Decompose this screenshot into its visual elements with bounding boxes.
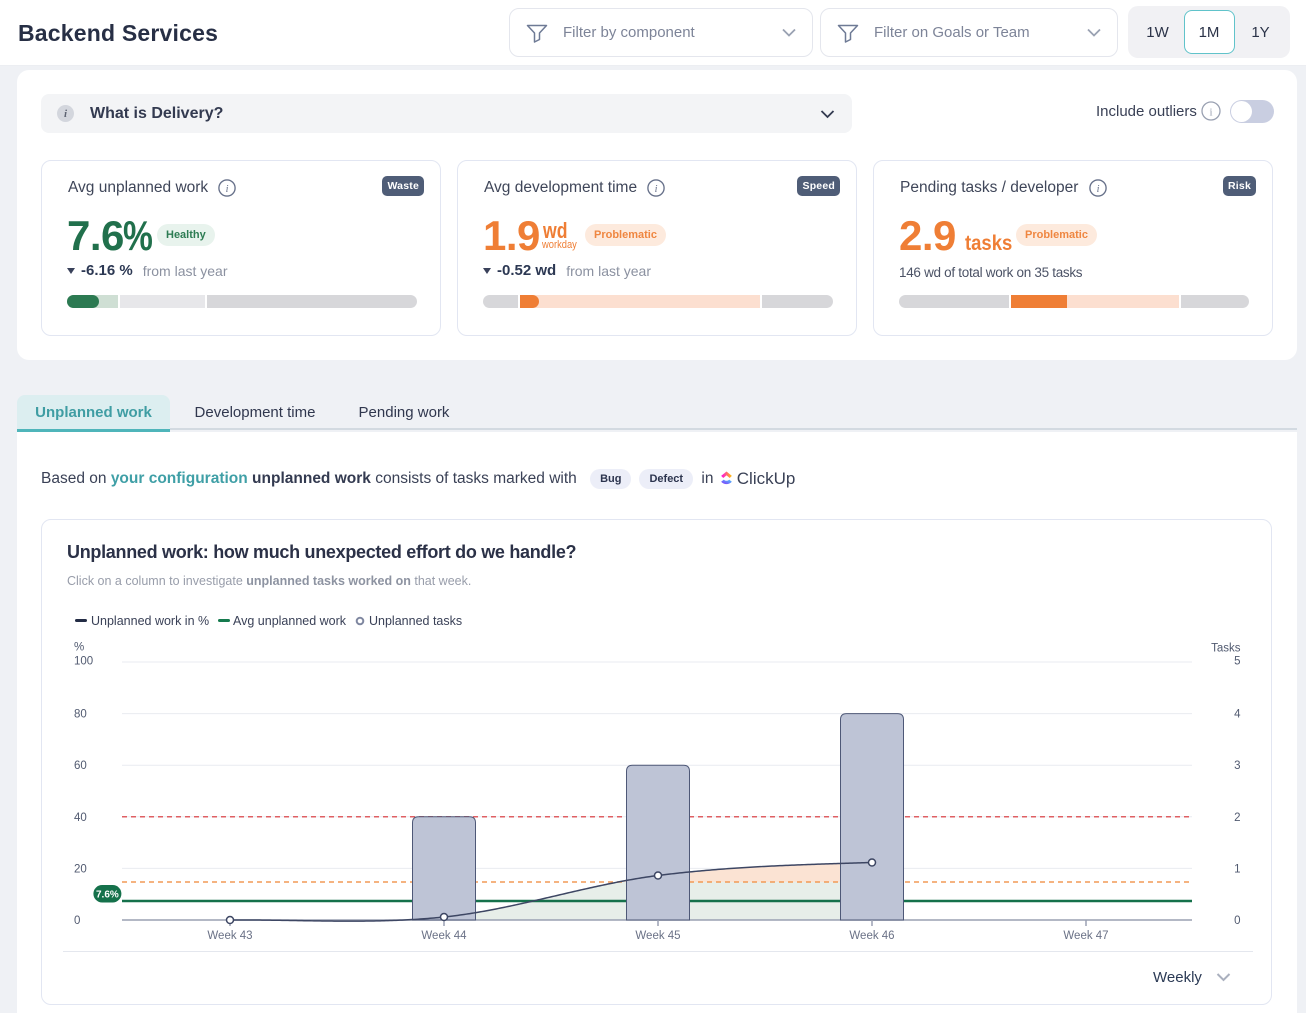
- svg-text:100: 100: [74, 656, 93, 668]
- svg-text:2: 2: [1234, 812, 1240, 824]
- svg-text:80: 80: [74, 709, 87, 721]
- svg-text:i: i: [226, 184, 229, 195]
- svg-text:Week 46: Week 46: [849, 930, 894, 942]
- svg-text:1: 1: [1234, 863, 1240, 875]
- svg-text:i: i: [1209, 107, 1212, 119]
- svg-text:Week 45: Week 45: [635, 930, 680, 942]
- svg-text:Tasks: Tasks: [1211, 643, 1241, 655]
- svg-text:60: 60: [74, 760, 87, 772]
- svg-text:4: 4: [1234, 709, 1241, 721]
- svg-text:Week 47: Week 47: [1063, 930, 1108, 942]
- svg-text:40: 40: [74, 812, 87, 824]
- svg-text:20: 20: [74, 863, 87, 875]
- svg-text:7.6%: 7.6%: [96, 890, 119, 901]
- svg-text:Week 43: Week 43: [207, 930, 252, 942]
- svg-text:5: 5: [1234, 656, 1240, 668]
- svg-text:0: 0: [1234, 915, 1240, 927]
- svg-text:Week 44: Week 44: [421, 930, 467, 942]
- svg-text:%: %: [74, 642, 84, 654]
- svg-text:3: 3: [1234, 760, 1240, 772]
- svg-text:0: 0: [74, 915, 80, 927]
- svg-text:i: i: [655, 184, 658, 195]
- svg-text:i: i: [1096, 184, 1099, 195]
